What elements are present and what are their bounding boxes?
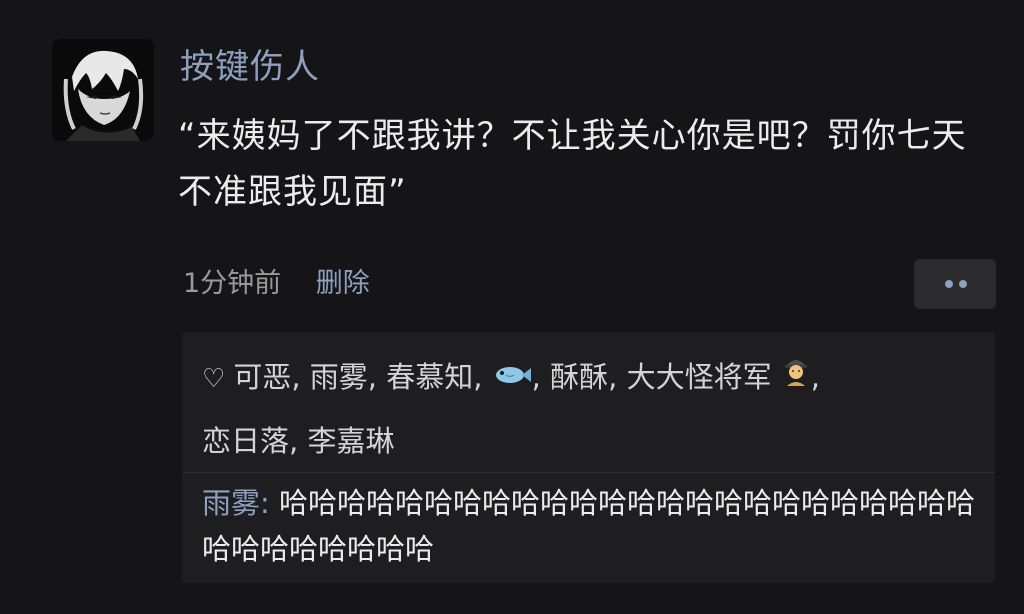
more-dots-icon <box>945 280 953 288</box>
like-user[interactable]: 雨雾 <box>310 360 368 394</box>
reply-author-name[interactable]: 雨雾 <box>202 486 260 520</box>
interaction-panel: ♡ 可恶, 雨雾, 春慕知, , 酥酥, 大大怪将军 , 恋日落, 李嘉琳 雨雾: … <box>182 332 995 583</box>
person-emoji-icon <box>781 345 811 407</box>
like-user[interactable]: 春慕知 <box>386 360 473 394</box>
avatar-anime-character-icon <box>52 39 154 141</box>
likes-list: ♡ 可恶, 雨雾, 春慕知, , 酥酥, 大大怪将军 , 恋日落, 李嘉琳 <box>202 346 982 472</box>
more-options-button[interactable] <box>914 259 996 309</box>
fish-emoji-icon[interactable] <box>492 345 532 407</box>
comment-screen: 按键伤人 “来姨妈了不跟我讲？不让我关心你是吧？罚你七天不准跟我见面” 1分钟前… <box>0 0 1024 614</box>
post-author-name[interactable]: 按键伤人 <box>180 46 320 88</box>
post-text: “来姨妈了不跟我讲？不让我关心你是吧？罚你七天不准跟我见面” <box>178 116 967 212</box>
avatar[interactable] <box>52 39 154 141</box>
reply-text: 哈哈哈哈哈哈哈哈哈哈哈哈哈哈哈哈哈哈哈哈哈哈哈哈哈哈哈哈哈哈哈哈 <box>202 486 976 566</box>
more-dots-icon <box>959 280 967 288</box>
like-user[interactable]: 可恶 <box>233 360 291 394</box>
reply-comment[interactable]: 雨雾: 哈哈哈哈哈哈哈哈哈哈哈哈哈哈哈哈哈哈哈哈哈哈哈哈哈哈哈哈哈哈哈哈 <box>202 480 982 572</box>
like-user[interactable]: 酥酥 <box>550 360 608 394</box>
reply-separator: : <box>260 486 280 520</box>
heart-outline-icon: ♡ <box>202 364 226 394</box>
delete-button[interactable]: 删除 <box>316 268 370 299</box>
like-user[interactable]: 大大怪将军 <box>627 360 772 394</box>
post-timestamp: 1分钟前 <box>183 268 282 299</box>
like-user[interactable]: 恋日落 <box>202 424 289 458</box>
like-user[interactable]: 李嘉琳 <box>307 424 394 458</box>
post-meta: 1分钟前 删除 <box>183 264 370 304</box>
divider <box>182 472 995 473</box>
